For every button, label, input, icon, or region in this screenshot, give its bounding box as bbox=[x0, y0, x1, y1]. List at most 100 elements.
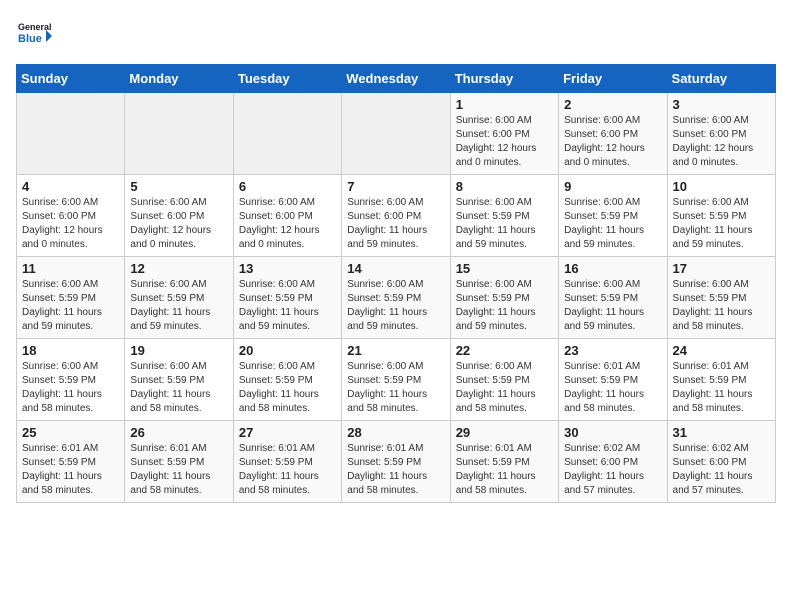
day-number: 24 bbox=[673, 343, 770, 358]
day-info: Sunrise: 6:00 AM Sunset: 5:59 PM Dayligh… bbox=[347, 278, 444, 334]
calendar-cell: 6 Sunrise: 6:00 AM Sunset: 6:00 PM Daylig… bbox=[233, 175, 341, 257]
calendar-cell: 29Sunrise: 6:01 AM Sunset: 5:59 PM Dayli… bbox=[450, 421, 558, 503]
calendar-cell: 3 Sunrise: 6:00 AM Sunset: 6:00 PM Daylig… bbox=[667, 93, 775, 175]
day-info: Sunrise: 6:01 AM Sunset: 5:59 PM Dayligh… bbox=[564, 360, 661, 416]
calendar-cell: 13 Sunrise: 6:00 AM Sunset: 5:59 PM Dayli… bbox=[233, 257, 341, 339]
day-info: Sunrise: 6:00 AM Sunset: 5:59 PM Dayligh… bbox=[564, 196, 661, 252]
calendar-cell: 12 Sunrise: 6:00 AM Sunset: 5:59 PM Dayli… bbox=[125, 257, 233, 339]
weekday-header-thursday: Thursday bbox=[450, 65, 558, 93]
calendar-cell: 20Sunrise: 6:00 AM Sunset: 5:59 PM Dayli… bbox=[233, 339, 341, 421]
day-info: Sunrise: 6:00 AM Sunset: 6:00 PM Dayligh… bbox=[564, 114, 661, 170]
calendar-cell: 10Sunrise: 6:00 AM Sunset: 5:59 PM Dayli… bbox=[667, 175, 775, 257]
calendar-table: SundayMondayTuesdayWednesdayThursdayFrid… bbox=[16, 64, 776, 503]
day-info: Sunrise: 6:00 AM Sunset: 6:00 PM Dayligh… bbox=[456, 114, 553, 170]
day-number: 31 bbox=[673, 425, 770, 440]
day-number: 18 bbox=[22, 343, 119, 358]
calendar-cell: 26 Sunrise: 6:01 AM Sunset: 5:59 PM Dayli… bbox=[125, 421, 233, 503]
calendar-week-3: 11 Sunrise: 6:00 AM Sunset: 5:59 PM Dayli… bbox=[17, 257, 776, 339]
day-info: Sunrise: 6:00 AM Sunset: 5:59 PM Dayligh… bbox=[22, 278, 119, 334]
calendar-week-1: 1 Sunrise: 6:00 AM Sunset: 6:00 PM Daylig… bbox=[17, 93, 776, 175]
day-number: 9 bbox=[564, 179, 661, 194]
day-number: 16 bbox=[564, 261, 661, 276]
calendar-cell: 27Sunrise: 6:01 AM Sunset: 5:59 PM Dayli… bbox=[233, 421, 341, 503]
calendar-cell: 22 Sunrise: 6:00 AM Sunset: 5:59 PM Dayli… bbox=[450, 339, 558, 421]
day-number: 14 bbox=[347, 261, 444, 276]
calendar-cell: 23 Sunrise: 6:01 AM Sunset: 5:59 PM Dayli… bbox=[559, 339, 667, 421]
day-info: Sunrise: 6:02 AM Sunset: 6:00 PM Dayligh… bbox=[673, 442, 770, 498]
calendar-week-4: 18 Sunrise: 6:00 AM Sunset: 5:59 PM Dayli… bbox=[17, 339, 776, 421]
day-info: Sunrise: 6:00 AM Sunset: 5:59 PM Dayligh… bbox=[456, 360, 553, 416]
calendar-cell bbox=[233, 93, 341, 175]
day-number: 25 bbox=[22, 425, 119, 440]
day-number: 4 bbox=[22, 179, 119, 194]
day-info: Sunrise: 6:00 AM Sunset: 5:59 PM Dayligh… bbox=[347, 360, 444, 416]
day-info: Sunrise: 6:00 AM Sunset: 5:59 PM Dayligh… bbox=[239, 278, 336, 334]
day-number: 8 bbox=[456, 179, 553, 194]
calendar-cell: 1 Sunrise: 6:00 AM Sunset: 6:00 PM Daylig… bbox=[450, 93, 558, 175]
day-info: Sunrise: 6:00 AM Sunset: 5:59 PM Dayligh… bbox=[456, 196, 553, 252]
day-info: Sunrise: 6:00 AM Sunset: 6:00 PM Dayligh… bbox=[673, 114, 770, 170]
day-info: Sunrise: 6:01 AM Sunset: 5:59 PM Dayligh… bbox=[673, 360, 770, 416]
calendar-cell: 28 Sunrise: 6:01 AM Sunset: 5:59 PM Dayli… bbox=[342, 421, 450, 503]
day-info: Sunrise: 6:00 AM Sunset: 6:00 PM Dayligh… bbox=[239, 196, 336, 252]
day-info: Sunrise: 6:01 AM Sunset: 5:59 PM Dayligh… bbox=[22, 442, 119, 498]
day-info: Sunrise: 6:00 AM Sunset: 6:00 PM Dayligh… bbox=[22, 196, 119, 252]
calendar-cell: 21 Sunrise: 6:00 AM Sunset: 5:59 PM Dayli… bbox=[342, 339, 450, 421]
calendar-cell bbox=[17, 93, 125, 175]
calendar-cell: 11 Sunrise: 6:00 AM Sunset: 5:59 PM Dayli… bbox=[17, 257, 125, 339]
day-number: 17 bbox=[673, 261, 770, 276]
day-number: 7 bbox=[347, 179, 444, 194]
day-number: 1 bbox=[456, 97, 553, 112]
weekday-header-sunday: Sunday bbox=[17, 65, 125, 93]
day-number: 11 bbox=[22, 261, 119, 276]
calendar-cell: 9 Sunrise: 6:00 AM Sunset: 5:59 PM Daylig… bbox=[559, 175, 667, 257]
day-number: 21 bbox=[347, 343, 444, 358]
weekday-header-wednesday: Wednesday bbox=[342, 65, 450, 93]
weekday-header-row: SundayMondayTuesdayWednesdayThursdayFrid… bbox=[17, 65, 776, 93]
weekday-header-tuesday: Tuesday bbox=[233, 65, 341, 93]
calendar-cell: 18 Sunrise: 6:00 AM Sunset: 5:59 PM Dayli… bbox=[17, 339, 125, 421]
calendar-cell: 8 Sunrise: 6:00 AM Sunset: 5:59 PM Daylig… bbox=[450, 175, 558, 257]
day-number: 27 bbox=[239, 425, 336, 440]
calendar-cell: 5Sunrise: 6:00 AM Sunset: 6:00 PM Daylig… bbox=[125, 175, 233, 257]
calendar-cell: 2 Sunrise: 6:00 AM Sunset: 6:00 PM Daylig… bbox=[559, 93, 667, 175]
day-number: 22 bbox=[456, 343, 553, 358]
calendar-cell: 15 Sunrise: 6:00 AM Sunset: 5:59 PM Dayli… bbox=[450, 257, 558, 339]
day-number: 13 bbox=[239, 261, 336, 276]
day-info: Sunrise: 6:01 AM Sunset: 5:59 PM Dayligh… bbox=[347, 442, 444, 498]
day-info: Sunrise: 6:00 AM Sunset: 5:59 PM Dayligh… bbox=[130, 360, 227, 416]
day-number: 6 bbox=[239, 179, 336, 194]
day-info: Sunrise: 6:01 AM Sunset: 5:59 PM Dayligh… bbox=[130, 442, 227, 498]
calendar-cell: 7Sunrise: 6:00 AM Sunset: 6:00 PM Daylig… bbox=[342, 175, 450, 257]
weekday-header-monday: Monday bbox=[125, 65, 233, 93]
calendar-cell: 16 Sunrise: 6:00 AM Sunset: 5:59 PM Dayli… bbox=[559, 257, 667, 339]
svg-text:General: General bbox=[18, 22, 52, 32]
day-info: Sunrise: 6:00 AM Sunset: 5:59 PM Dayligh… bbox=[564, 278, 661, 334]
day-info: Sunrise: 6:01 AM Sunset: 5:59 PM Dayligh… bbox=[456, 442, 553, 498]
day-info: Sunrise: 6:00 AM Sunset: 5:59 PM Dayligh… bbox=[673, 278, 770, 334]
day-number: 3 bbox=[673, 97, 770, 112]
logo-svg: General Blue bbox=[16, 16, 52, 52]
calendar-week-5: 25 Sunrise: 6:01 AM Sunset: 5:59 PM Dayli… bbox=[17, 421, 776, 503]
svg-text:Blue: Blue bbox=[18, 33, 42, 45]
day-number: 10 bbox=[673, 179, 770, 194]
day-number: 26 bbox=[130, 425, 227, 440]
day-info: Sunrise: 6:00 AM Sunset: 5:59 PM Dayligh… bbox=[456, 278, 553, 334]
weekday-header-saturday: Saturday bbox=[667, 65, 775, 93]
day-number: 5 bbox=[130, 179, 227, 194]
calendar-cell: 25 Sunrise: 6:01 AM Sunset: 5:59 PM Dayli… bbox=[17, 421, 125, 503]
day-info: Sunrise: 6:02 AM Sunset: 6:00 PM Dayligh… bbox=[564, 442, 661, 498]
calendar-cell bbox=[342, 93, 450, 175]
day-number: 30 bbox=[564, 425, 661, 440]
calendar-cell bbox=[125, 93, 233, 175]
day-number: 15 bbox=[456, 261, 553, 276]
day-info: Sunrise: 6:00 AM Sunset: 5:59 PM Dayligh… bbox=[130, 278, 227, 334]
day-number: 20 bbox=[239, 343, 336, 358]
day-number: 12 bbox=[130, 261, 227, 276]
day-number: 2 bbox=[564, 97, 661, 112]
logo: General Blue bbox=[16, 16, 52, 52]
day-number: 28 bbox=[347, 425, 444, 440]
day-info: Sunrise: 6:00 AM Sunset: 5:59 PM Dayligh… bbox=[22, 360, 119, 416]
calendar-cell: 4 Sunrise: 6:00 AM Sunset: 6:00 PM Daylig… bbox=[17, 175, 125, 257]
day-number: 23 bbox=[564, 343, 661, 358]
